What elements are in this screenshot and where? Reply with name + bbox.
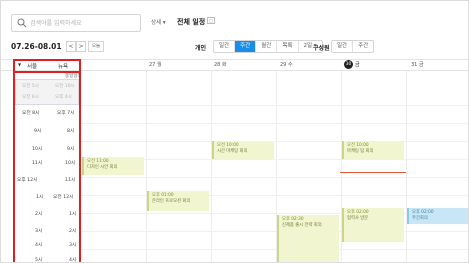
event-partner-visit[interactable]: 오후 02:00 협력사 방문 [342,208,404,242]
hour-line [80,141,468,142]
day-header-31[interactable]: 31 금 [411,61,424,68]
time-label-ny: 1시 [69,212,77,217]
hour-line [80,231,468,232]
event-design-review[interactable]: 오전 11:00 디자인 시안 회의 [82,157,144,175]
date-range: 07.26-08.01 [11,42,62,51]
view-list[interactable]: 목록 [277,41,299,52]
event-online-promotion[interactable]: 오후 01:00 온라인 프로모션 회의 [147,191,209,211]
day-header-28[interactable]: 28 화 [214,61,227,68]
event-launch-strategy[interactable]: 오후 02:30 신제품 출시 전략 회의 [277,215,339,262]
day-header-29[interactable]: 29 수 [280,61,293,68]
time-label-seoul: 4시 [35,243,43,248]
timezone-highlight-divider [13,71,81,73]
time-label-ny: 오후 7시 [57,111,75,116]
member-view-switch: 일간 주간 [331,40,375,53]
time-label-seoul: 3시 [35,229,43,234]
search-input[interactable] [30,17,138,29]
event-marketing-meeting[interactable]: 오전 10:00 시간 마케팅 회의 [212,141,274,159]
day-header-27[interactable]: 27 월 [149,61,162,68]
col-divider [406,71,407,262]
search-icon [17,18,27,28]
time-label-ny: 오전 10시 [55,84,75,89]
time-label-ny: 4시 [69,258,77,263]
view-week[interactable]: 주간 [235,41,257,52]
time-label-ny: 오후 4시 [55,95,72,100]
time-label-ny: 10시 [65,161,76,166]
personal-view-label: 개인 [195,45,207,52]
time-label-seoul: 5시 [35,258,43,263]
time-label-seoul: 오전 8시 [22,111,40,116]
hour-line [80,177,468,178]
time-label-seoul: 2시 [35,212,43,217]
chevron-down-icon: ▼ [18,62,22,67]
hour-line [80,123,468,124]
expand-icon[interactable]: ▢ [207,17,215,24]
time-label-ny: 오전 12시 [53,195,74,200]
col-divider [146,71,147,262]
view-month[interactable]: 월간 [256,41,278,52]
time-label-ny: 3시 [69,243,77,248]
member-view-day[interactable]: 일간 [332,41,354,52]
time-label-seoul: 오전 6시 [22,95,39,100]
time-label-seoul: 9시 [34,129,42,134]
time-label-ny: 9시 [67,147,75,152]
personal-view-switch: 일간 주간 월간 목록 2일 ▾ [213,40,323,53]
col-divider [80,71,81,262]
time-label-seoul: 오후 12시 [17,178,38,183]
hour-line [80,195,468,196]
member-view-week[interactable]: 주간 [353,41,373,52]
timezone-selector[interactable]: ▼ 서울 뉴욕 [15,61,79,71]
time-label-ny: 2시 [69,229,77,234]
event-marketing-team[interactable]: 오전 10:00 마케팅 팀 회의 [342,141,404,159]
time-label-seoul: 10시 [32,147,43,152]
timezone-seoul: 서울 [27,64,38,70]
detail-search-button[interactable]: 상세 ▾ [151,18,166,26]
time-label-seoul: 1시 [36,195,44,200]
current-time-indicator [340,172,406,173]
member-view-label: 구성원 [313,45,330,52]
calendar-app: 상세 ▾ 전체 일정 ▢ 07.26-08.01 < > 오늘 개인 일간 주간… [0,0,469,263]
next-week-button[interactable]: > [76,41,86,52]
calendar-title[interactable]: 전체 일정 [177,17,205,27]
day-header-30[interactable]: 금 [355,61,360,68]
hour-line [80,105,468,106]
hour-line [80,249,468,250]
time-label-ny: 8시 [67,129,75,134]
timezone-newyork: 뉴욕 [58,64,69,70]
today-button[interactable]: 오늘 [88,41,104,52]
col-divider [211,71,212,262]
time-label-seoul: 오전 5시 [22,84,39,89]
event-weekly-meeting[interactable]: 오후 02:00 주간회의 [407,208,468,224]
time-label-seoul: 11시 [32,161,43,166]
time-label-ny: 11시 [65,178,76,183]
prev-week-button[interactable]: < [66,41,76,52]
today-date-badge: 30 [344,60,353,69]
search-box[interactable] [11,14,141,32]
view-day[interactable]: 일간 [214,41,236,52]
